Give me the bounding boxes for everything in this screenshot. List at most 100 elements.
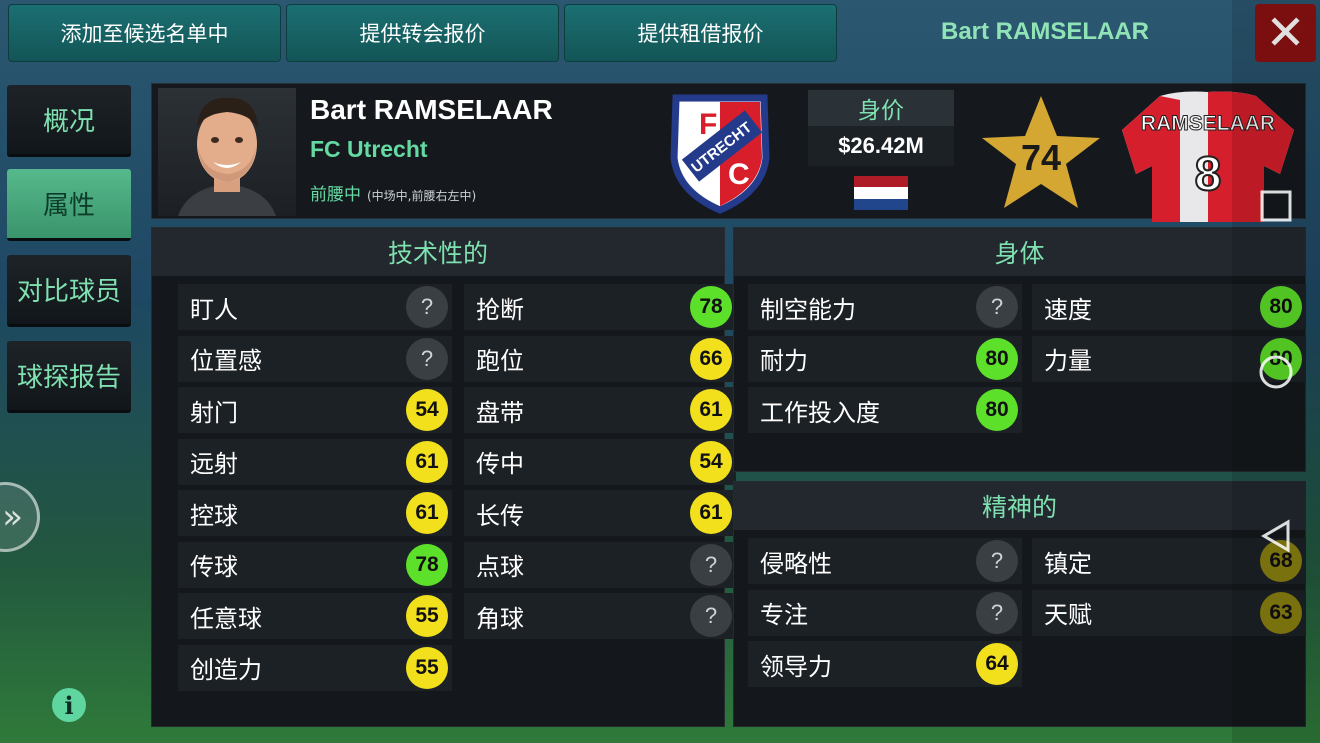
attribute-name: 力量 xyxy=(1044,347,1092,375)
attribute-value-badge: 78 xyxy=(690,286,732,328)
player-photo xyxy=(158,88,296,216)
attribute-name: 长传 xyxy=(476,501,524,530)
club-crest-icon[interactable]: F UTRECHT C xyxy=(662,88,778,214)
player-position: 前腰中 (中场中,前腰右左中) xyxy=(310,180,476,205)
attribute-name: 专注 xyxy=(760,601,808,629)
attribute-name: 盘带 xyxy=(476,398,524,427)
attribute-value-badge: ? xyxy=(406,286,448,328)
attribute-name: 耐力 xyxy=(760,347,808,375)
attribute-row[interactable]: 角球? xyxy=(464,593,736,639)
physical-panel-title: 身体 xyxy=(734,228,1305,276)
attribute-name: 点球 xyxy=(476,553,524,581)
mental-attributes-panel: 精神的 侵略性? 专注? 领导力 64 镇定 68 天赋 63 xyxy=(733,481,1306,727)
attribute-row[interactable]: 位置感? xyxy=(178,335,452,382)
attribute-row[interactable]: 盯人? xyxy=(178,284,452,330)
transfer-offer-button[interactable]: 提供转会报价 xyxy=(286,4,559,62)
attribute-value-badge: 64 xyxy=(976,643,1018,685)
attribute-row[interactable]: 创造力 55 xyxy=(178,644,452,691)
market-value: $26.42M xyxy=(808,126,954,166)
info-icon[interactable]: i xyxy=(52,688,86,722)
technical-attributes-panel: 技术性的 盯人? 位置感? 射门 54 远射 61 控球 61 传球 78 任意球 55 创造力 55 抢断… xyxy=(151,227,736,727)
market-value-box: 身价 $26.42M xyxy=(808,90,954,170)
tab-scout-report[interactable]: 球探报告 xyxy=(7,341,131,413)
attribute-row[interactable]: 抢断 78 xyxy=(464,284,736,330)
overall-rating: 74 xyxy=(1021,137,1061,178)
attribute-name: 任意球 xyxy=(190,604,262,633)
attribute-value-badge: 66 xyxy=(690,337,732,380)
mental-panel-title: 精神的 xyxy=(734,482,1305,530)
recent-apps-icon[interactable] xyxy=(1258,188,1294,224)
technical-panel-title: 技术性的 xyxy=(152,228,724,276)
tab-attributes[interactable]: 属性 xyxy=(7,169,131,241)
attribute-value-badge: ? xyxy=(976,591,1018,634)
attribute-name: 领导力 xyxy=(760,652,832,681)
attribute-name: 射门 xyxy=(190,398,238,427)
attribute-value-badge: 80 xyxy=(976,337,1018,380)
attribute-value-badge: 55 xyxy=(406,646,448,689)
svg-text:F: F xyxy=(699,108,717,141)
attribute-value-badge: 54 xyxy=(406,389,448,431)
attribute-value-badge: 78 xyxy=(406,543,448,586)
attribute-name: 传中 xyxy=(476,450,524,478)
player-header-card: Bart RAMSELAAR FC Utrecht 前腰中 (中场中,前腰右左中)… xyxy=(151,83,1306,222)
rating-star: 74 xyxy=(982,96,1100,208)
market-value-label: 身价 xyxy=(808,90,954,126)
back-icon[interactable] xyxy=(1258,518,1294,554)
attribute-name: 侵略性 xyxy=(760,549,832,578)
attribute-row[interactable]: 盘带 61 xyxy=(464,387,736,433)
attribute-name: 远射 xyxy=(190,450,238,478)
shirt-number: 8 xyxy=(1195,148,1222,201)
attribute-row[interactable]: 远射 61 xyxy=(178,438,452,485)
expand-arrow-button[interactable]: » xyxy=(0,482,40,552)
attribute-name: 工作投入度 xyxy=(760,398,880,427)
attribute-row[interactable]: 任意球 55 xyxy=(178,593,452,639)
tab-overview[interactable]: 概况 xyxy=(7,85,131,157)
secondary-positions: (中场中,前腰右左中) xyxy=(367,189,477,203)
attribute-name: 跑位 xyxy=(476,347,524,375)
svg-text:C: C xyxy=(728,158,750,191)
netherlands-flag-icon xyxy=(854,176,908,210)
attribute-name: 速度 xyxy=(1044,295,1092,324)
attribute-name: 创造力 xyxy=(190,656,262,684)
loan-offer-button[interactable]: 提供租借报价 xyxy=(564,4,837,62)
attribute-name: 制空能力 xyxy=(760,295,856,324)
club-name[interactable]: FC Utrecht xyxy=(310,136,428,163)
attribute-row[interactable]: 工作投入度 80 xyxy=(748,387,1022,433)
tab-compare-players[interactable]: 对比球员 xyxy=(7,255,131,327)
attribute-value-badge: ? xyxy=(976,286,1018,328)
attribute-row[interactable]: 侵略性? xyxy=(748,538,1022,584)
attribute-row[interactable]: 耐力 80 xyxy=(748,335,1022,382)
attribute-row[interactable]: 传球 78 xyxy=(178,541,452,588)
home-icon[interactable] xyxy=(1258,354,1294,390)
attribute-row[interactable]: 点球? xyxy=(464,541,736,588)
attribute-row[interactable]: 射门 54 xyxy=(178,387,452,433)
attribute-name: 抢断 xyxy=(476,295,524,324)
attribute-name: 位置感 xyxy=(190,347,262,375)
attribute-value-badge: 80 xyxy=(976,389,1018,431)
page-title: Bart RAMSELAAR xyxy=(940,18,1149,45)
attribute-row[interactable]: 长传 61 xyxy=(464,490,736,536)
attribute-value-badge: 61 xyxy=(690,389,732,431)
attribute-name: 盯人 xyxy=(190,295,238,324)
attribute-name: 角球 xyxy=(476,604,524,633)
attribute-name: 镇定 xyxy=(1044,549,1092,578)
attribute-row[interactable]: 制空能力? xyxy=(748,284,1022,330)
attribute-value-badge: ? xyxy=(690,543,732,586)
attribute-row[interactable]: 专注? xyxy=(748,589,1022,636)
attribute-value-badge: 54 xyxy=(690,440,732,483)
attribute-name: 传球 xyxy=(190,553,238,581)
primary-position: 前腰中 xyxy=(310,185,361,205)
physical-attributes-panel: 身体 制空能力? 耐力 80 工作投入度 80 速度 80 力量 80 xyxy=(733,227,1306,472)
add-to-shortlist-button[interactable]: 添加至候选名单中 xyxy=(8,4,281,62)
attribute-value-badge: 61 xyxy=(406,440,448,483)
attribute-row[interactable]: 传中 54 xyxy=(464,438,736,485)
attribute-value-badge: ? xyxy=(690,595,732,637)
attribute-row[interactable]: 跑位 66 xyxy=(464,335,736,382)
attribute-value-badge: 61 xyxy=(406,492,448,534)
attribute-name: 控球 xyxy=(190,501,238,530)
player-name: Bart RAMSELAAR xyxy=(310,94,553,125)
attribute-row[interactable]: 领导力 64 xyxy=(748,641,1022,687)
double-chevron-right-icon: » xyxy=(2,497,23,537)
attribute-value-badge: ? xyxy=(976,540,1018,582)
attribute-row[interactable]: 控球 61 xyxy=(178,490,452,536)
